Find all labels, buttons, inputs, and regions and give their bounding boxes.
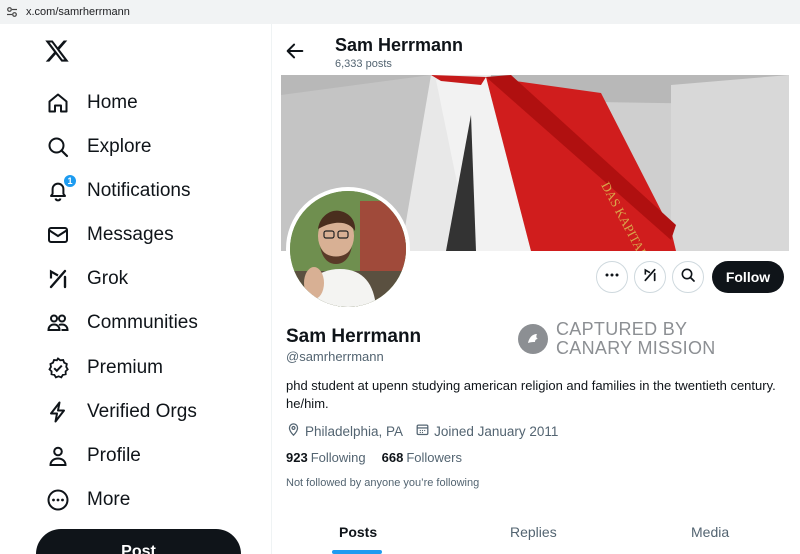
watermark: CAPTURED BY CANARY MISSION [518,320,716,358]
profile-bio: phd student at upenn studying american r… [286,378,776,411]
tab-posts[interactable]: Posts [339,524,377,540]
sidebar: Home Explore 1 Notifications Messages Gr… [0,24,272,554]
location-text: Philadelphia, PA [305,423,404,439]
more-horizontal-icon [604,267,620,288]
location-pin-icon [286,422,305,440]
sidebar-item-more[interactable]: More [45,485,130,515]
avatar-image [290,191,406,307]
more-options-button[interactable] [596,261,628,293]
profile-name: Sam Herrmann [286,326,422,347]
sidebar-item-notifications[interactable]: 1 Notifications [45,174,191,206]
back-arrow-icon[interactable] [284,40,306,62]
watermark-text: CAPTURED BY CANARY MISSION [556,320,716,358]
following-label: Following [310,450,366,465]
sidebar-item-label: Profile [87,445,141,466]
followers-count: 668 [381,450,404,465]
sidebar-item-label: Grok [87,268,129,289]
search-icon [45,134,71,160]
followers-link[interactable]: 668 Followers [382,450,462,465]
join-date-text: Joined January 2011 [434,423,559,439]
sidebar-item-verified-orgs[interactable]: Verified Orgs [45,397,197,427]
join-date: Joined January 2011 [415,422,558,440]
profile-handle: @samrherrmann [286,349,384,364]
sidebar-item-label: Home [87,92,138,113]
grok-icon [45,266,71,292]
profile-column: Sam Herrmann 6,333 posts DAS KAPITAL Fol… [272,24,800,554]
url-text: x.com/samrherrmann [26,6,130,18]
sidebar-item-label: Premium [87,357,164,378]
verified-icon [45,355,71,381]
follow-counts: 923 Following 668 Followers [286,450,478,465]
tab-media[interactable]: Media [691,524,729,540]
more-circle-icon [45,487,71,513]
watermark-line-2: CANARY MISSION [556,338,716,358]
grok-icon [642,267,658,288]
not-followed-text: Not followed by anyone you’re following [286,477,480,489]
profile-tabs: Posts Replies Media [272,512,800,554]
sidebar-item-explore[interactable]: Explore [45,132,151,162]
sidebar-item-label: Notifications [87,180,191,201]
followers-label: Followers [406,450,462,465]
bell-icon: 1 [45,174,77,204]
header-post-count: 6,333 posts [335,58,392,70]
profile-meta: Philadelphia, PA Joined January 2011 [286,422,570,440]
avatar[interactable] [286,187,410,311]
site-info-icon[interactable] [6,5,20,19]
communities-icon [45,310,71,336]
canary-logo-icon [518,324,548,354]
header-name: Sam Herrmann [335,35,464,55]
sidebar-item-premium[interactable]: Premium [45,353,163,383]
search-profile-button[interactable] [672,261,704,293]
sidebar-item-label: More [87,489,131,510]
sidebar-item-label: Communities [87,312,198,333]
following-link[interactable]: 923 Following [286,450,366,465]
address-bar[interactable]: x.com/samrherrmann [0,0,800,24]
sidebar-item-home[interactable]: Home [45,88,138,118]
sidebar-item-label: Messages [87,224,174,245]
mail-icon [45,222,71,248]
home-icon [45,90,71,116]
calendar-icon [415,422,434,440]
sidebar-item-grok[interactable]: Grok [45,264,128,294]
post-button[interactable]: Post [36,529,241,554]
active-tab-indicator [332,550,382,554]
notification-badge: 1 [63,174,77,188]
watermark-line-1: CAPTURED BY [556,319,688,339]
grok-button[interactable] [634,261,666,293]
follow-button[interactable]: Follow [712,261,784,293]
following-count: 923 [286,450,308,465]
sidebar-item-messages[interactable]: Messages [45,220,174,250]
sidebar-item-profile[interactable]: Profile [45,441,141,471]
search-icon [680,267,696,288]
tab-replies[interactable]: Replies [510,524,557,540]
lightning-icon [45,399,71,425]
person-icon [45,443,71,469]
sidebar-item-communities[interactable]: Communities [45,308,198,338]
x-logo-icon[interactable] [44,38,74,68]
sidebar-item-label: Explore [87,136,152,157]
location: Philadelphia, PA [286,422,403,440]
sidebar-item-label: Verified Orgs [87,401,197,422]
